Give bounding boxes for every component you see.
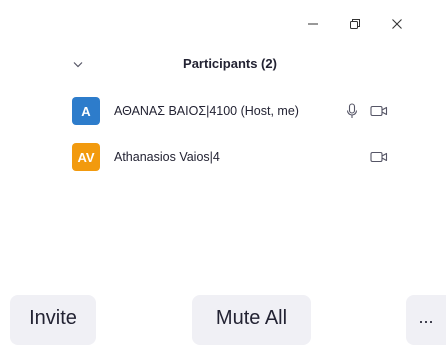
- participant-row[interactable]: AV Athanasios Vaios|4: [0, 135, 446, 179]
- video-camera-icon: [370, 151, 388, 163]
- minimize-icon: [308, 23, 318, 25]
- more-options-button[interactable]: ...: [406, 295, 446, 345]
- video-button[interactable]: [369, 102, 389, 120]
- avatar: AV: [72, 143, 100, 171]
- video-button[interactable]: [369, 148, 389, 166]
- microphone-icon: [346, 103, 358, 118]
- invite-button[interactable]: Invite: [10, 295, 96, 345]
- video-camera-icon: [370, 105, 388, 117]
- restore-icon: [350, 19, 360, 29]
- participant-name: ΑΘΑΝΑΣ ΒΑΙΟΣ|4100 (Host, me): [114, 104, 299, 118]
- mute-all-button[interactable]: Mute All: [192, 295, 311, 345]
- mic-button[interactable]: [344, 102, 360, 120]
- panel-title: Participants (2): [183, 56, 277, 71]
- participant-row-host[interactable]: A ΑΘΑΝΑΣ ΒΑΙΟΣ|4100 (Host, me): [0, 89, 446, 133]
- restore-button[interactable]: [340, 10, 370, 38]
- avatar: A: [72, 97, 100, 125]
- minimize-button[interactable]: [298, 10, 328, 38]
- participant-name: Athanasios Vaios|4: [114, 150, 220, 164]
- chevron-down-icon: [73, 61, 83, 67]
- collapse-panel-button[interactable]: [68, 54, 88, 74]
- close-button[interactable]: [382, 10, 412, 38]
- close-icon: [392, 19, 402, 29]
